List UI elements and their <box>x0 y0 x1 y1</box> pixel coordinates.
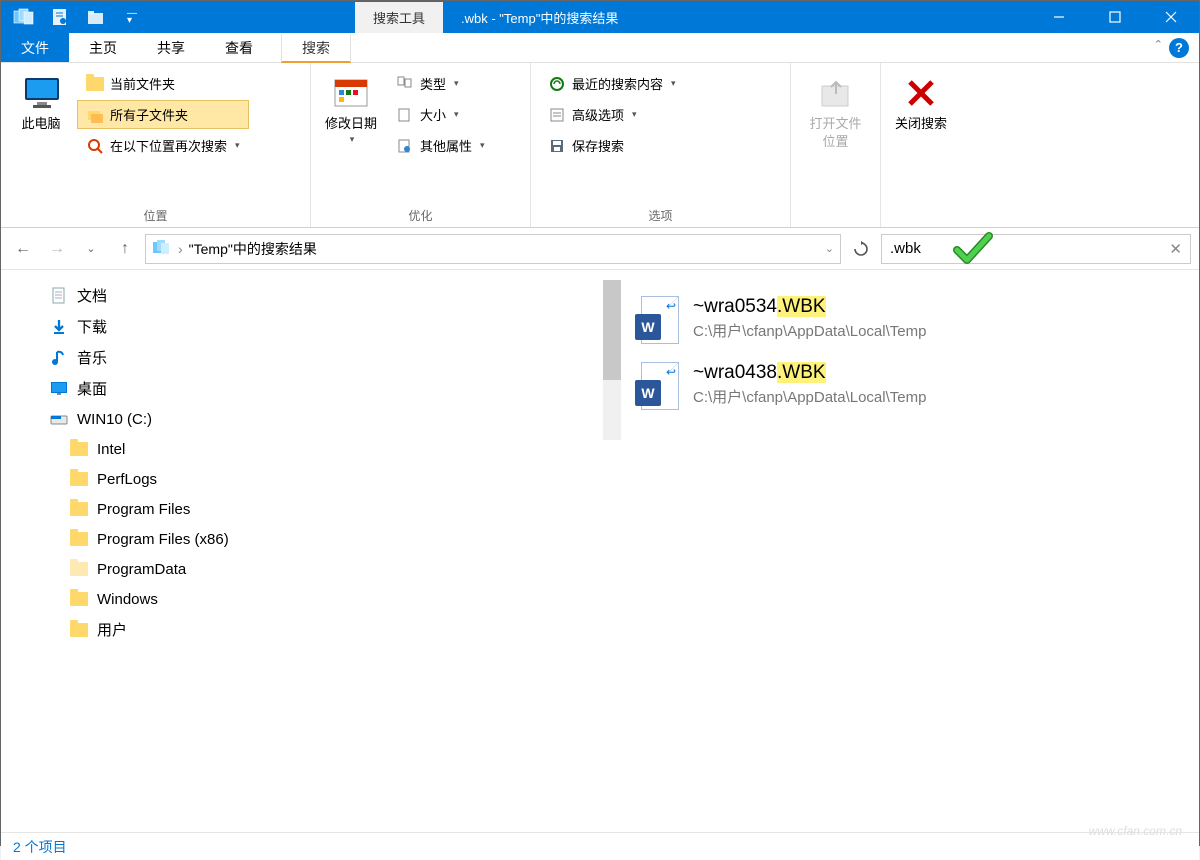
ribbon: 此电脑 当前文件夹 所有子文件夹 在以下位置再次搜索▾ 位置 <box>1 63 1199 228</box>
search-results: ↩W ~wra0534.WBK C:\用户\cfanp\AppData\Loca… <box>621 270 1199 832</box>
tree-folder[interactable]: Program Files <box>1 494 261 524</box>
tab-home[interactable]: 主页 <box>69 33 137 62</box>
recent-locations-dropdown[interactable]: ⌄ <box>77 235 105 263</box>
open-location-icon <box>818 75 854 111</box>
tree-desktop[interactable]: 桌面 <box>1 373 261 404</box>
size-option[interactable]: 大小▾ <box>387 100 494 129</box>
checkmark-icon <box>951 230 995 270</box>
tree-folder[interactable]: PerfLogs <box>1 464 261 494</box>
item-count: 2 个项目 <box>13 837 67 857</box>
tree-downloads[interactable]: 下载 <box>1 311 261 342</box>
properties-icon[interactable] <box>45 5 75 29</box>
type-option[interactable]: 类型▾ <box>387 69 494 98</box>
current-folder-option[interactable]: 当前文件夹 <box>77 69 249 98</box>
tree-documents[interactable]: 文档 <box>1 280 261 311</box>
search-location-icon <box>86 137 104 155</box>
calendar-icon <box>333 75 369 111</box>
window-controls <box>1031 1 1199 33</box>
tab-search[interactable]: 搜索 <box>281 34 351 63</box>
navigation-tree[interactable]: 文档 下载 音乐 桌面 WIN10 (C:) Intel PerfLogs Pr… <box>1 270 261 832</box>
address-bar[interactable]: › "Temp"中的搜索结果 ⌄ <box>145 234 841 264</box>
result-item[interactable]: ↩W ~wra0438.WBK C:\用户\cfanp\AppData\Loca… <box>631 354 1189 420</box>
tab-share[interactable]: 共享 <box>137 33 205 62</box>
result-filename: ~wra0534.WBK <box>693 296 926 318</box>
scrollbar[interactable] <box>603 280 621 440</box>
quick-access-toolbar: —▾ <box>1 5 155 29</box>
search-folder-icon <box>152 239 172 259</box>
save-search-option[interactable]: 保存搜索 <box>539 131 782 160</box>
drive-icon <box>49 409 69 429</box>
open-location-button: 打开文件位置 <box>804 69 868 156</box>
window-title: .wbk - "Temp"中的搜索结果 <box>461 8 618 27</box>
up-button[interactable]: ↑ <box>111 235 139 263</box>
explorer-icon[interactable] <box>9 5 39 29</box>
tree-folder[interactable]: 用户 <box>1 614 261 645</box>
word-backup-icon: ↩W <box>635 296 679 346</box>
forward-button: → <box>43 235 71 263</box>
advanced-options[interactable]: 高级选项▾ <box>539 100 782 129</box>
collapse-ribbon-icon[interactable]: ˆ <box>1156 39 1161 57</box>
back-button[interactable]: ← <box>9 235 37 263</box>
monitor-icon <box>23 75 59 111</box>
documents-icon <box>49 286 69 306</box>
watermark: www.cfan.com.cn <box>1089 824 1182 838</box>
main-content: 文档 下载 音乐 桌面 WIN10 (C:) Intel PerfLogs Pr… <box>1 270 1199 832</box>
new-folder-icon[interactable] <box>81 5 111 29</box>
breadcrumb-text[interactable]: "Temp"中的搜索结果 <box>189 239 317 259</box>
titlebar: —▾ 搜索工具 .wbk - "Temp"中的搜索结果 <box>1 1 1199 33</box>
close-x-icon <box>903 75 939 111</box>
recent-icon <box>548 75 566 93</box>
other-props-option[interactable]: 其他属性▾ <box>387 131 494 160</box>
tree-folder[interactable]: ProgramData <box>1 554 261 584</box>
save-icon <box>548 137 566 155</box>
address-dropdown-icon[interactable]: ⌄ <box>825 242 834 255</box>
tree-folder[interactable]: Program Files (x86) <box>1 524 261 554</box>
result-item[interactable]: ↩W ~wra0534.WBK C:\用户\cfanp\AppData\Loca… <box>631 288 1189 354</box>
search-box[interactable]: ✕ <box>881 234 1191 264</box>
folder-icon <box>86 75 104 93</box>
this-pc-button[interactable]: 此电脑 <box>9 69 73 139</box>
minimize-button[interactable] <box>1031 1 1087 33</box>
tab-view[interactable]: 查看 <box>205 33 273 62</box>
contextual-tab-label: 搜索工具 <box>355 2 443 33</box>
folders-icon <box>86 106 104 124</box>
group-label-options: 选项 <box>531 204 790 227</box>
tree-music[interactable]: 音乐 <box>1 342 261 373</box>
qat-dropdown-icon[interactable]: —▾ <box>117 5 147 29</box>
refresh-button[interactable] <box>847 235 875 263</box>
all-subfolders-option[interactable]: 所有子文件夹 <box>77 100 249 129</box>
status-bar: 2 个项目 <box>1 832 1199 860</box>
close-button[interactable] <box>1143 1 1199 33</box>
downloads-icon <box>49 317 69 337</box>
tab-file[interactable]: 文件 <box>1 33 69 62</box>
word-backup-icon: ↩W <box>635 362 679 412</box>
tree-folder[interactable]: Intel <box>1 434 261 464</box>
maximize-button[interactable] <box>1087 1 1143 33</box>
tree-folder[interactable]: Windows <box>1 584 261 614</box>
clear-search-icon[interactable]: ✕ <box>1169 240 1182 258</box>
navigation-bar: ← → ⌄ ↑ › "Temp"中的搜索结果 ⌄ ✕ <box>1 228 1199 270</box>
tree-drive-c[interactable]: WIN10 (C:) <box>1 404 261 434</box>
search-input[interactable] <box>890 240 1169 257</box>
result-filename: ~wra0438.WBK <box>693 362 926 384</box>
music-icon <box>49 348 69 368</box>
result-path: C:\用户\cfanp\AppData\Local\Temp <box>693 320 926 341</box>
group-label-location: 位置 <box>1 204 310 227</box>
ribbon-tab-strip: 文件 主页 共享 查看 搜索 ˆ ? <box>1 33 1199 63</box>
desktop-icon <box>49 379 69 399</box>
recent-searches-option[interactable]: 最近的搜索内容▾ <box>539 69 782 98</box>
list-icon <box>548 106 566 124</box>
properties-icon <box>396 137 414 155</box>
size-icon <box>396 106 414 124</box>
modify-date-button[interactable]: 修改日期▾ <box>319 69 383 151</box>
spacer <box>261 270 621 832</box>
type-icon <box>396 75 414 93</box>
result-path: C:\用户\cfanp\AppData\Local\Temp <box>693 386 926 407</box>
close-search-button[interactable]: 关闭搜索 <box>889 69 953 139</box>
breadcrumb-sep: › <box>178 241 183 257</box>
group-label-refine: 优化 <box>311 204 530 227</box>
search-again-option[interactable]: 在以下位置再次搜索▾ <box>77 131 249 160</box>
help-icon[interactable]: ? <box>1169 38 1189 58</box>
